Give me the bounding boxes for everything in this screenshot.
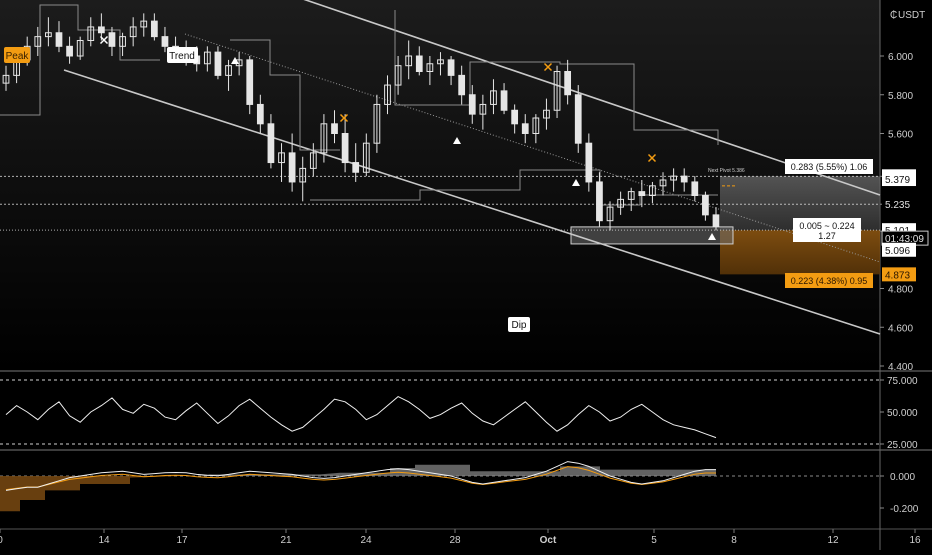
mid-stats-label: 0.005 ~ 0.224 1.27 <box>793 218 861 242</box>
candle-body <box>161 36 169 47</box>
date-tick-label: 21 <box>280 535 292 546</box>
date-tick-label: 28 <box>449 535 461 546</box>
price-tick-label: 5.600 <box>888 130 913 141</box>
candle-body <box>511 109 519 125</box>
price-tick-label: 4.800 <box>888 285 913 296</box>
candle-body <box>691 181 699 196</box>
chart-svg: 6.000 5.800 5.600 5.379 5.235 5.096 4.800 4.600… <box>0 0 932 550</box>
peak-label: Peak <box>4 47 30 63</box>
candle-body <box>521 123 529 134</box>
candle-body <box>585 142 593 183</box>
rsi-tick-label: 75.000 <box>887 376 918 387</box>
osc-tick-label: 0.000 <box>890 472 915 483</box>
peak-label-text: Peak <box>6 51 30 62</box>
price-axis: 6.000 5.800 5.600 5.379 5.235 5.096 4.800 4.600… <box>880 52 929 515</box>
target-up-label: 0.283 (5.55%) 1.06 <box>785 159 873 174</box>
candle-body <box>331 123 338 134</box>
mid-stats-line2: 1.27 <box>818 231 836 241</box>
candle-body <box>500 90 508 111</box>
candle-body <box>458 74 466 96</box>
currency-label: ₵ <box>890 9 897 21</box>
dip-label-text: Dip <box>511 320 526 331</box>
candle-body <box>712 214 720 227</box>
candle-body <box>574 94 582 144</box>
date-tick-label: 17 <box>176 535 188 546</box>
currency-label-text: USDT <box>898 10 925 21</box>
price-tick-label: 4.600 <box>888 323 913 334</box>
date-tick-label: Oct <box>540 535 557 546</box>
trend-label: Trend <box>167 47 198 63</box>
candle-body <box>267 123 275 164</box>
candle-body <box>108 32 116 47</box>
osc-pane-bg <box>0 451 880 529</box>
target-down-text: 0.223 (4.38%) 0.95 <box>791 276 868 286</box>
price-tag-label: 5.096 <box>885 246 910 257</box>
date-tick-label: 12 <box>827 535 839 546</box>
candle-body <box>468 94 476 115</box>
price-tick-label: 4.400 <box>888 362 913 373</box>
osc-tick-label: -0.200 <box>890 504 919 515</box>
chart-area: 6.000 5.800 5.600 5.379 5.235 5.096 4.800 4.600… <box>0 0 932 550</box>
candle-body <box>288 152 296 183</box>
price-tag-label: 4.873 <box>885 270 910 281</box>
price-tag-label: 5.235 <box>885 200 910 211</box>
candle-body <box>150 20 158 38</box>
candle-body <box>66 45 73 57</box>
date-tick-label: 16 <box>909 535 921 546</box>
candle-body <box>415 55 423 72</box>
candle-body <box>447 59 455 76</box>
candle-body <box>596 181 603 222</box>
date-tick-label: 8 <box>731 535 737 546</box>
date-tick-label: 5 <box>651 535 657 546</box>
candle-body <box>55 32 63 47</box>
candle-body <box>98 26 105 34</box>
rsi-tick-label: 50.000 <box>887 408 918 419</box>
candle-body <box>638 191 646 196</box>
candle-body <box>341 133 349 164</box>
rsi-tick-label: 25.000 <box>887 440 918 451</box>
dip-label: Dip <box>508 317 530 332</box>
date-tick-label: 14 <box>98 535 110 546</box>
date-tick-label: 24 <box>360 535 372 546</box>
mid-stats-line1: 0.005 ~ 0.224 <box>799 221 854 231</box>
price-tick-label: 5.800 <box>888 91 913 102</box>
target-up-text: 0.283 (5.55%) 1.06 <box>791 162 868 172</box>
next-pivot-label: Next Pivot 5.386 <box>708 168 745 174</box>
candle-body <box>680 175 688 183</box>
candle-body <box>214 51 222 76</box>
price-tag-label: 5.379 <box>885 175 910 186</box>
candle-body <box>352 162 360 173</box>
time-axis: 0 14 17 21 24 28 Oct 5 8 12 16 <box>0 529 921 546</box>
candle-body <box>246 59 254 105</box>
trend-label-text: Trend <box>169 51 195 62</box>
candle-body <box>702 195 709 216</box>
rsi-pane-bg <box>0 372 880 449</box>
price-tick-label: 6.000 <box>888 52 913 63</box>
candle-body <box>564 71 572 96</box>
target-down-label: 0.223 (4.38%) 0.95 <box>785 273 873 288</box>
date-tick-label: 0 <box>0 535 3 546</box>
candle-body <box>256 103 264 125</box>
